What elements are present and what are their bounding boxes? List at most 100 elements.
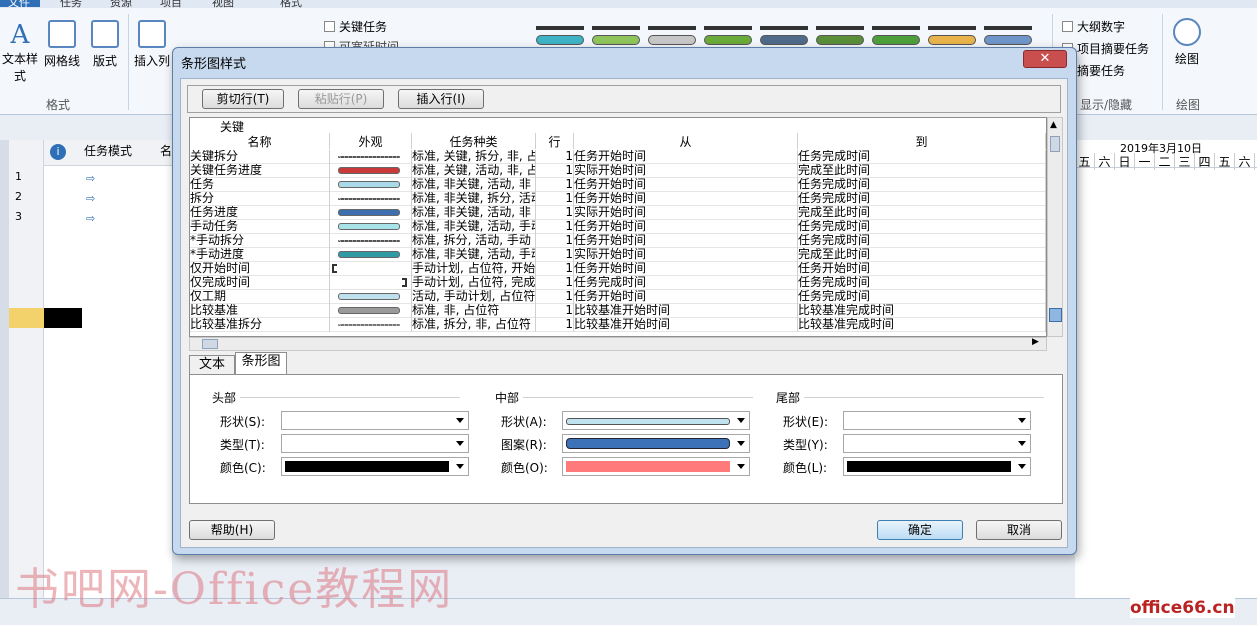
cell-appearance[interactable]: [330, 206, 412, 220]
text-style-button[interactable]: A 文本样式: [0, 20, 40, 84]
cell-kind[interactable]: 标准, 非关键, 活动, 手动: [412, 220, 536, 234]
tab-project[interactable]: 项目: [160, 0, 182, 10]
row-selected[interactable]: [9, 308, 44, 328]
middle-shape-select[interactable]: [562, 411, 750, 430]
cell-row[interactable]: 1: [536, 164, 574, 178]
insert-row-button[interactable]: 插入行(I): [398, 89, 484, 109]
table-vertical-scrollbar[interactable]: ▲: [1047, 117, 1063, 337]
table-row[interactable]: 比较基准 标准, 非, 占位符 1 比较基准开始时间 比较基准完成时间: [190, 304, 1046, 318]
cell-appearance[interactable]: [330, 234, 412, 248]
cell-row[interactable]: 1: [536, 304, 574, 318]
cell-appearance[interactable]: [330, 304, 412, 318]
scroll-thumb[interactable]: [1050, 136, 1060, 152]
tail-shape-select[interactable]: [843, 411, 1031, 430]
cell-row[interactable]: 1: [536, 290, 574, 304]
cell-from[interactable]: 任务开始时间: [574, 150, 798, 164]
tab-text[interactable]: 文本: [189, 355, 235, 375]
tail-type-select[interactable]: [843, 434, 1031, 453]
table-row[interactable]: 仅完成时间 手动计划, 占位符, 完成 1 任务完成时间 任务完成时间: [190, 276, 1046, 290]
cell-appearance[interactable]: [330, 318, 412, 332]
cell-appearance[interactable]: [330, 220, 412, 234]
bar-styles-table[interactable]: 关键 名称 外观 任务种类 行 从 到 关键拆分 标准, 关键, 拆分, 非, 占…: [189, 117, 1047, 337]
paste-row-button[interactable]: 粘贴行(P): [298, 89, 384, 109]
head-type-select[interactable]: [281, 434, 469, 453]
cell-from[interactable]: 任务开始时间: [574, 290, 798, 304]
critical-tasks-checkbox[interactable]: 关键任务: [324, 18, 387, 35]
cell-from[interactable]: 任务开始时间: [574, 262, 798, 276]
cell-from[interactable]: 实际开始时间: [574, 206, 798, 220]
cell-kind[interactable]: 标准, 拆分, 非, 占位符: [412, 318, 536, 332]
view-bar[interactable]: [0, 140, 9, 600]
cell-row[interactable]: 1: [536, 220, 574, 234]
help-button[interactable]: 帮助(H): [189, 520, 275, 540]
cell-kind[interactable]: 活动, 手动计划, 占位符: [412, 290, 536, 304]
cell-appearance[interactable]: [330, 290, 412, 304]
cell-to[interactable]: 任务完成时间: [798, 220, 1046, 234]
table-row[interactable]: 任务 标准, 非关键, 活动, 非 1 任务开始时间 任务完成时间: [190, 178, 1046, 192]
cell-name[interactable]: 仅完成时间: [190, 276, 330, 290]
selected-cell[interactable]: [44, 308, 82, 328]
task-grid[interactable]: i 任务模式 名 ⇨ ⇨ ⇨: [44, 140, 172, 600]
bar-style-sample[interactable]: [648, 35, 696, 45]
gridlines-button[interactable]: 网格线: [44, 20, 80, 69]
table-row[interactable]: 比较基准拆分 标准, 拆分, 非, 占位符 1 比较基准开始时间 比较基准完成时间: [190, 318, 1046, 332]
cell-to[interactable]: 任务完成时间: [798, 192, 1046, 206]
cell-to[interactable]: 任务开始时间: [798, 262, 1046, 276]
tab-task[interactable]: 任务: [60, 0, 82, 10]
cell-appearance[interactable]: [330, 164, 412, 178]
scroll-thumb[interactable]: [202, 339, 218, 349]
cell-kind[interactable]: 标准, 非关键, 活动, 非: [412, 178, 536, 192]
bar-style-sample[interactable]: [872, 35, 920, 45]
cell-to[interactable]: 比较基准完成时间: [798, 318, 1046, 332]
cell-from[interactable]: 任务开始时间: [574, 192, 798, 206]
middle-color-select[interactable]: [562, 457, 750, 476]
tab-bars[interactable]: 条形图: [235, 352, 287, 375]
tab-resource[interactable]: 资源: [110, 0, 132, 10]
cell-name[interactable]: 比较基准拆分: [190, 318, 330, 332]
cell-appearance[interactable]: [330, 248, 412, 262]
cell-from[interactable]: 任务完成时间: [574, 276, 798, 290]
cell-to[interactable]: 完成至此时间: [798, 248, 1046, 262]
table-row[interactable]: 仅开始时间 手动计划, 占位符, 开始 1 任务开始时间 任务开始时间: [190, 262, 1046, 276]
cell-row[interactable]: 1: [536, 262, 574, 276]
cell-from[interactable]: 比较基准开始时间: [574, 318, 798, 332]
close-icon[interactable]: ✕: [1023, 50, 1067, 68]
cell-appearance[interactable]: [330, 262, 412, 276]
cell-from[interactable]: 任务开始时间: [574, 234, 798, 248]
cell-to[interactable]: 任务完成时间: [798, 276, 1046, 290]
tail-color-select[interactable]: [843, 457, 1031, 476]
cell-appearance[interactable]: [330, 192, 412, 206]
cell-kind[interactable]: 标准, 非关键, 活动, 非: [412, 206, 536, 220]
scroll-right-icon[interactable]: ▶: [1032, 337, 1039, 347]
tab-view[interactable]: 视图: [212, 0, 234, 10]
layout-button[interactable]: 版式: [88, 20, 122, 69]
bar-style-sample[interactable]: [984, 35, 1032, 45]
cell-row[interactable]: 1: [536, 234, 574, 248]
tab-file[interactable]: 文件: [0, 0, 40, 9]
head-shape-select[interactable]: [281, 411, 469, 430]
cell-from[interactable]: 任务开始时间: [574, 220, 798, 234]
name-header[interactable]: 名: [160, 142, 172, 159]
cell-to[interactable]: 任务完成时间: [798, 234, 1046, 248]
drawing-button[interactable]: 绘图: [1168, 18, 1206, 67]
cell-row[interactable]: 1: [536, 318, 574, 332]
table-horizontal-scrollbar[interactable]: ▶: [189, 337, 1047, 351]
cut-row-button[interactable]: 剪切行(T): [202, 89, 284, 109]
cell-appearance[interactable]: [330, 178, 412, 192]
bar-style-sample[interactable]: [536, 35, 584, 45]
cell-from[interactable]: 任务开始时间: [574, 178, 798, 192]
cell-to[interactable]: 任务完成时间: [798, 178, 1046, 192]
scroll-down-icon[interactable]: [1049, 308, 1062, 322]
table-row[interactable]: 任务进度 标准, 非关键, 活动, 非 1 实际开始时间 完成至此时间: [190, 206, 1046, 220]
cell-row[interactable]: 1: [536, 206, 574, 220]
bar-style-sample[interactable]: [704, 35, 752, 45]
cell-appearance[interactable]: [330, 276, 412, 290]
insert-column-button[interactable]: 插入列: [134, 20, 170, 69]
cell-kind[interactable]: 标准, 关键, 活动, 非, 占: [412, 164, 536, 178]
cell-row[interactable]: 1: [536, 248, 574, 262]
cell-kind[interactable]: 标准, 非关键, 活动, 手动: [412, 248, 536, 262]
cell-name[interactable]: *手动进度: [190, 248, 330, 262]
cell-to[interactable]: 完成至此时间: [798, 164, 1046, 178]
table-row[interactable]: *手动拆分 标准, 拆分, 活动, 手动 1 任务开始时间 任务完成时间: [190, 234, 1046, 248]
cell-from[interactable]: 实际开始时间: [574, 164, 798, 178]
